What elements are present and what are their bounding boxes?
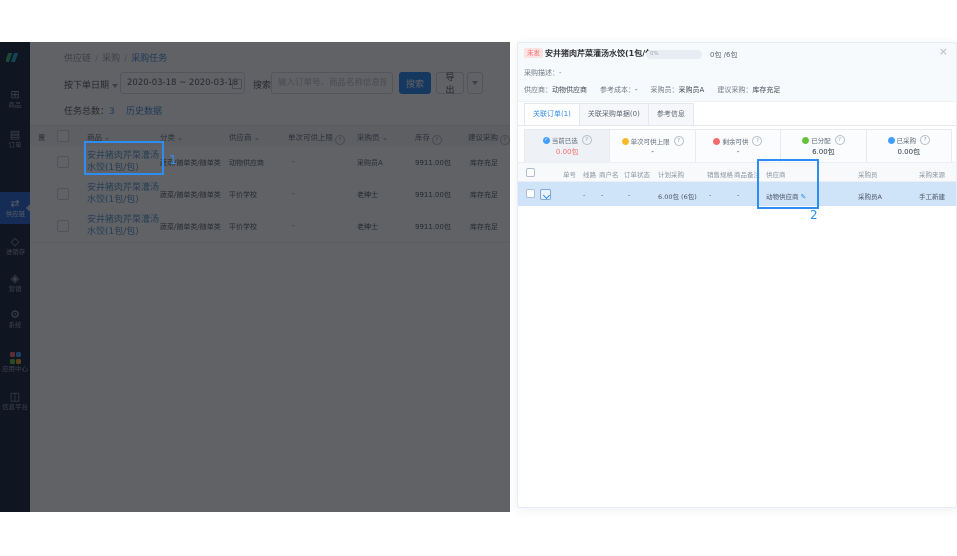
dialog-header: 未发 安井猪肉芹菜灌汤水饺(1包/包) 0% 0包 /6包 采购描述：- 供应商… — [518, 43, 956, 102]
stat-allocated: 已分配 6.00包 — [781, 130, 865, 162]
info-icon — [752, 136, 762, 146]
check-circle-icon — [543, 137, 550, 144]
row-checkbox[interactable] — [526, 189, 535, 198]
merchant-cell: - — [601, 191, 603, 199]
stat-purchased: 已采购 0.00包 — [867, 130, 951, 162]
purchased-circle-icon — [888, 137, 895, 144]
tab-related-orders[interactable]: 关联订单(1) — [524, 103, 580, 125]
progress-count: 0包 /6包 — [710, 50, 738, 60]
column-header-sale-spec: 销售规格 — [707, 169, 733, 179]
dim-overlay — [0, 42, 510, 512]
dialog-title: 安井猪肉芹菜灌汤水饺(1包/包) — [545, 48, 657, 59]
route-cell: - — [583, 191, 585, 199]
annotation-box-1 — [84, 141, 164, 175]
stat-value: - — [737, 148, 740, 156]
expand-chevron-icon[interactable] — [540, 189, 551, 200]
stat-value: 0.00包 — [556, 147, 579, 157]
annotation-number-2: 2 — [810, 208, 818, 222]
selected-order-row: - - - 6.00包 (6包) - - 动物供应商 采购员A 手工新建 — [518, 182, 956, 206]
close-icon[interactable] — [939, 45, 948, 59]
remaining-circle-icon — [713, 138, 720, 145]
column-header-order-status: 订单状态 — [624, 169, 650, 179]
remark-cell: - — [737, 191, 739, 199]
column-header-buyer: 采购员 — [858, 169, 878, 179]
stats-strip: 当前已选 0.00包 单次可供上限 - 剩余可供 - 已分配 6.00包 已采购… — [524, 129, 952, 163]
stat-value: 6.00包 — [812, 147, 835, 157]
info-icon — [582, 135, 592, 145]
stat-value: - — [651, 148, 654, 156]
tab-related-purchase-docs[interactable]: 关联采购单据(0) — [579, 103, 649, 125]
orders-table-header: 单号 线路 商户名 订单状态 计划采购 销售规格 商品备注 供应商 采购员 采购… — [518, 162, 956, 182]
planned-cell: 6.00包 (6包) — [658, 191, 697, 201]
purchase-task-dialog: 未发 安井猪肉芹菜灌汤水饺(1包/包) 0% 0包 /6包 采购描述：- 供应商… — [517, 42, 957, 508]
status-badge: 未发 — [524, 48, 543, 58]
spec-cell: - — [709, 191, 711, 199]
allocated-circle-icon — [802, 137, 809, 144]
column-header-order-no: 单号 — [563, 169, 576, 179]
info-line: 供应商：动物供应商 参考成本：- 采购员：采购员A 建议采购：库存充足 — [524, 85, 780, 95]
status-cell: - — [628, 191, 630, 199]
info-icon — [920, 135, 930, 145]
info-icon — [835, 135, 845, 145]
select-all-checkbox[interactable] — [526, 168, 535, 177]
progress-bar: 0% — [646, 50, 702, 59]
column-header-route: 线路 — [583, 169, 596, 179]
stat-supply-limit: 单次可供上限 - — [610, 130, 694, 162]
source-cell: 手工新建 — [919, 191, 945, 201]
annotation-number-1: 1 — [169, 153, 177, 167]
column-header-purchase-source: 采购来源 — [919, 169, 945, 179]
stat-current-selected: 当前已选 0.00包 — [525, 130, 609, 162]
buyer-cell: 采购员A — [858, 191, 882, 201]
info-icon — [674, 136, 684, 146]
background-app-window: ⊞ 商品 ▤ 订单 ⇄ 供应链 ◇ 进销存 ◈ 营销 ⚙ 系统 应用中心 ◫ — [0, 42, 510, 512]
limit-circle-icon — [622, 138, 629, 145]
progress-percent: 0% — [650, 51, 659, 57]
purchase-description: 采购描述：- — [524, 68, 562, 78]
column-header-merchant: 商户名 — [599, 169, 619, 179]
stat-value: 0.00包 — [898, 147, 921, 157]
dialog-tabs: 关联订单(1) 关联采购单据(0) 参考信息 — [518, 104, 956, 126]
annotation-box-2 — [757, 159, 819, 209]
tab-reference-info[interactable]: 参考信息 — [648, 103, 694, 125]
column-header-planned-purchase: 计划采购 — [658, 169, 684, 179]
stat-remaining-supply: 剩余可供 - — [696, 130, 780, 162]
